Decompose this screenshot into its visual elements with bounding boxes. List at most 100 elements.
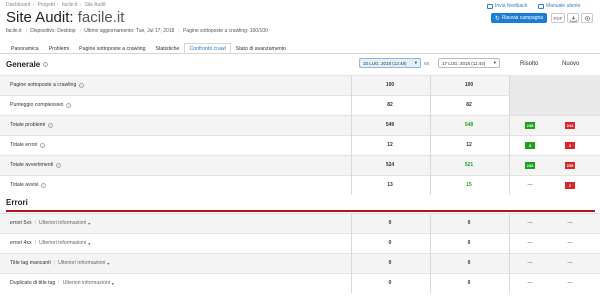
tab-crawl-comparison[interactable]: Confronto crawl [184,43,231,53]
crawl-b-value: 82 [466,102,472,108]
section-title-general: Generale i [6,60,49,69]
crawl-a-value: 0 [388,280,392,286]
info-icon[interactable]: i [56,162,62,168]
tab-progress[interactable]: Stato di avanzamento [231,43,291,53]
new-badge: 244 [565,121,575,129]
more-info-link[interactable]: Ulteriori informazioni [63,280,110,286]
crawl-a-value: 0 [388,260,392,266]
column-divider [509,75,510,195]
crawl-b-select[interactable]: 17 LUG. 2018 (11:44) ▾ [438,58,500,68]
crawl-b-value: 0 [467,260,471,266]
info-icon[interactable]: i [40,142,46,148]
column-fixed-header: Risolto [520,61,539,67]
more-info-link[interactable]: Ulteriori informazioni [39,240,86,246]
row-label-text: Title tag mancanti [10,260,51,266]
tab-overview[interactable]: Panoramica [6,43,44,53]
breadcrumb-dashboard[interactable]: Dashboard [6,2,30,8]
column-divider [509,213,510,293]
row-label: Totale avvertimenti i [10,162,62,168]
refresh-icon: ↻ [494,15,500,22]
crawl-a-value: 0 [388,220,392,226]
chevron-down-icon: ▾ [414,60,417,65]
info-icon[interactable]: i [79,82,85,88]
more-info-link[interactable]: Ulteriori informazioni [58,260,105,266]
manual-link[interactable]: Manuale utente [538,3,580,9]
row-label: Totale errori i [10,142,46,148]
crawl-b-value: 548 [464,122,474,128]
chevron-down-icon[interactable]: ▾ [112,281,114,286]
fixed-badge: 242 [525,161,535,169]
chevron-down-icon[interactable]: ▾ [107,261,109,266]
pdf-button[interactable]: PDF [551,13,565,23]
column-divider [351,213,352,293]
meta-domain: facile.it [6,28,22,34]
row-label-text: errori 4xx [10,240,32,246]
errors-section-rule [6,210,595,212]
row-label: errori 4xx | Ulteriori informazioni ▾ [10,240,90,246]
crawl-b-value: 0 [467,220,471,226]
settings-button[interactable] [581,13,593,23]
chevron-down-icon[interactable]: ▾ [88,241,90,246]
row-label-text: Totale avvertimenti [10,162,54,168]
crawl-a-value: 549 [385,122,395,128]
table-row [0,155,600,175]
export-icon [569,15,577,22]
breadcrumb-projects[interactable]: Progetti [38,2,55,8]
info-icon[interactable]: i [48,122,54,128]
row-label-text: Totale errori [10,142,38,148]
page-title-domain: facile.it [77,9,125,26]
dash-cell: — [527,181,533,188]
divider: | [34,220,36,226]
crawl-b-value: 0 [467,240,471,246]
breadcrumb-domain[interactable]: facile.it [62,2,78,8]
row-label: Duplicato di title tag | Ulteriori informa… [10,280,114,286]
crawl-b-value: 17 LUG. 2018 (11:44) [442,60,486,66]
more-info-link[interactable]: Ulteriori informazioni [39,220,86,226]
crawl-b-value: 0 [467,280,471,286]
chevron-down-icon[interactable]: ▾ [88,221,90,226]
dash-cell: — [567,239,573,246]
crawl-a-value: 12 [387,142,393,148]
crawl-a-value: 10 LUG. 2018 (12:48) [363,60,407,66]
tab-bar: Panoramica Problemi Pagine sottoposte a … [6,43,291,53]
section-title-errors: Errori [6,198,28,207]
divider: | [58,280,60,286]
info-icon[interactable]: i [43,62,49,68]
crawl-b-value: 100 [464,82,474,88]
info-icon[interactable]: i [66,102,72,108]
crawl-b-value: 521 [464,162,474,168]
chevron-down-icon: ▾ [493,60,496,65]
meta-crawled: Pagine sottoposte a crawling: 100/100 [183,28,268,34]
row-label: Totale avvisi i [10,182,47,188]
tab-issues[interactable]: Problemi [44,43,74,53]
table-row [0,115,600,135]
book-icon [538,3,544,9]
crawl-a-value: 13 [387,182,393,188]
rerun-campaign-button[interactable]: ↻ Riavvia campagna [491,13,547,23]
row-label: errori 5xx | Ulteriori informazioni ▾ [10,220,90,226]
table-row [0,175,600,195]
tab-crawled-pages[interactable]: Pagine sottoposte a crawling [74,43,150,53]
meta-device: Dispositivo: Desktop [30,28,76,34]
crawl-a-value: 82 [387,102,393,108]
empty-cell [510,75,600,95]
new-badge: 239 [565,161,575,169]
export-button[interactable] [567,13,579,23]
feedback-link[interactable]: Invia feedback [487,3,527,9]
crawl-a-value: 100 [385,82,395,88]
crawl-a-select[interactable]: 10 LUG. 2018 (12:48) ▾ [359,58,421,68]
tab-statistics[interactable]: Statistiche [151,43,185,53]
tab-divider [0,52,600,54]
divider: | [53,260,56,266]
breadcrumb: Dashboard › Progetti › facile.it › Site Aud… [6,2,106,8]
page-title-prefix: Site Audit: [6,9,74,26]
feedback-label: Invia feedback [495,3,528,9]
rerun-label: Riavvia campagna [501,15,544,21]
row-label-text: Totale problemi [10,122,46,128]
crawl-b-value: 15 [466,182,472,188]
info-icon[interactable]: i [41,182,47,188]
new-badge: 3 [565,141,575,149]
row-label: Totale problemi i [10,122,54,128]
feedback-icon [487,3,493,9]
meta-updated: Ultimo aggiornamento: Tue, Jul 17, 2018 [84,28,175,34]
